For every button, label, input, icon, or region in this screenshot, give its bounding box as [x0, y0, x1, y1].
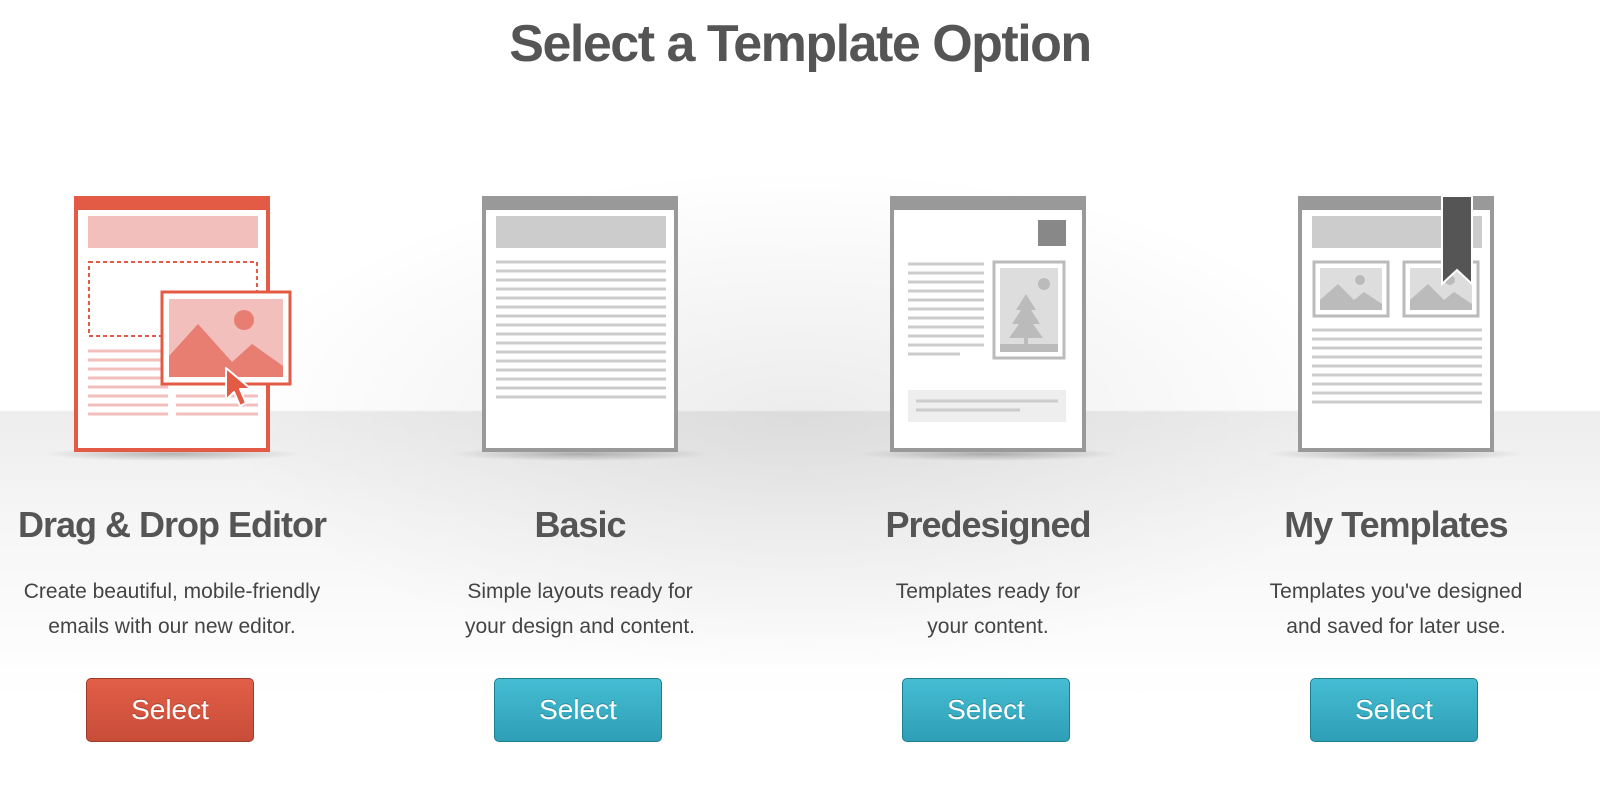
- option-title: Drag & Drop Editor: [17, 504, 327, 545]
- my-templates-icon[interactable]: [1226, 196, 1566, 466]
- option-description: Templates ready for your content.: [895, 580, 1081, 638]
- template-option-page: Select a Template Option Drag & Drop Edi…: [0, 0, 1600, 797]
- predesigned-template-icon[interactable]: [818, 196, 1158, 466]
- option-title: Basic: [534, 504, 626, 545]
- option-description: Simple layouts ready for your design and…: [465, 580, 695, 638]
- select-predesigned-button[interactable]: Select: [902, 678, 1070, 742]
- select-basic-button[interactable]: Select: [494, 678, 662, 742]
- option-title: Predesigned: [885, 504, 1091, 545]
- option-description: Templates you've designed and saved for …: [1269, 580, 1523, 638]
- option-title: My Templates: [1284, 504, 1508, 545]
- select-drag-drop-button[interactable]: Select: [86, 678, 254, 742]
- page-title: Select a Template Option: [509, 15, 1092, 73]
- option-description: Create beautiful, mobile-friendly emails…: [23, 580, 321, 638]
- drag-drop-editor-icon[interactable]: [2, 196, 342, 466]
- basic-template-icon[interactable]: [410, 196, 750, 466]
- select-my-templates-button[interactable]: Select: [1310, 678, 1478, 742]
